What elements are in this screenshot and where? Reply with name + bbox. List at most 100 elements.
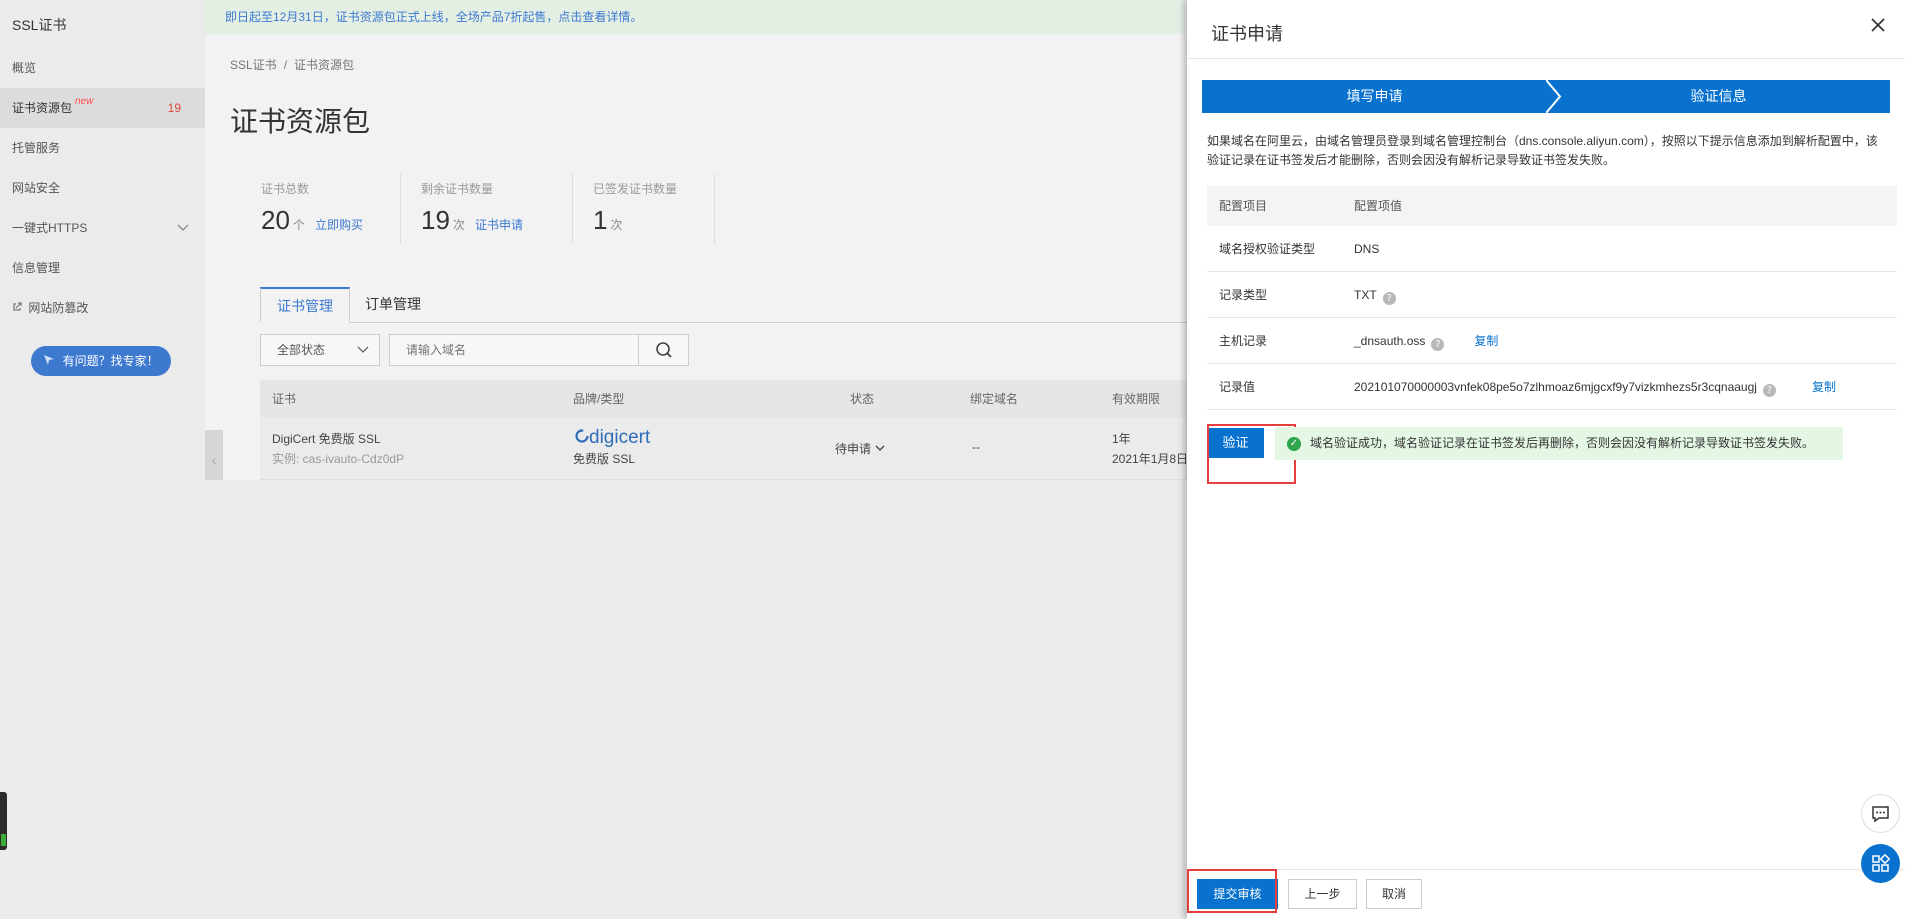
- previous-step-button[interactable]: 上一步: [1288, 879, 1357, 909]
- copy-host-record-link[interactable]: 复制: [1474, 334, 1498, 348]
- cert-instance: 实例: cas-ivauto-Cdz0dP: [272, 452, 405, 466]
- column-header: 有效期限: [1112, 392, 1161, 406]
- sidebar-item-tamper-protection[interactable]: 网站防篡改: [0, 288, 205, 328]
- sidebar: SSL证书 概览 证书资源包 new 19 托管服务 网站安全 一键式HTTPS…: [0, 0, 205, 919]
- sidebar-item-label: 信息管理: [12, 261, 61, 275]
- column-header: 证书: [272, 392, 297, 406]
- status-filter-select[interactable]: 全部状态: [260, 334, 380, 366]
- column-header: 状态: [850, 392, 875, 406]
- help-icon[interactable]: ?: [1431, 338, 1445, 351]
- chat-icon: [1862, 806, 1899, 835]
- validity-date: 2021年1月8日: [1112, 452, 1189, 466]
- config-key: 记录类型: [1219, 288, 1268, 302]
- chevron-down-icon: [874, 442, 886, 456]
- dns-instructions: 如果域名在阿里云，由域名管理员登录到域名管理控制台（dns.console.al…: [1207, 134, 1878, 167]
- resource-count: 19: [167, 101, 181, 115]
- search-button[interactable]: [638, 335, 688, 365]
- divider: [1187, 58, 1905, 59]
- breadcrumb: SSL证书 / 证书资源包: [230, 58, 355, 72]
- tab-bar: 证书管理 订单管理: [260, 287, 1200, 323]
- column-header: 品牌/类型: [573, 392, 625, 406]
- check-circle-icon: ✓: [1287, 437, 1301, 451]
- status-dropdown[interactable]: 待申请: [835, 440, 886, 457]
- help-expert-button[interactable]: 有问题？找专家！: [31, 346, 171, 376]
- tab-cert-management[interactable]: 证书管理: [260, 287, 350, 323]
- verify-success-message: ✓ 域名验证成功，域名验证记录在证书签发后再删除，否则会因没有解析记录导致证书签…: [1275, 427, 1843, 460]
- sidebar-item-label: 网站安全: [12, 181, 61, 195]
- config-value: TXT: [1354, 288, 1377, 302]
- sidebar-item-one-click-https[interactable]: 一键式HTTPS: [0, 208, 205, 248]
- apply-cert-link[interactable]: 证书申请: [475, 218, 523, 232]
- chat-button[interactable]: [1861, 794, 1900, 833]
- brand-name: digicert: [589, 427, 651, 448]
- bound-domain: --: [972, 440, 980, 454]
- help-icon[interactable]: ?: [1762, 384, 1776, 397]
- status-value: 待申请: [835, 442, 872, 456]
- stat-total: 证书总数 20 个立即购买: [241, 174, 401, 244]
- help-icon[interactable]: ?: [1382, 292, 1396, 305]
- drawer-title: 证书申请: [1211, 24, 1283, 44]
- sidebar-item-info-management[interactable]: 信息管理: [0, 248, 205, 288]
- stat-value: 1: [593, 205, 608, 235]
- page-title: 证书资源包: [230, 106, 371, 137]
- buy-now-link[interactable]: 立即购买: [315, 218, 363, 232]
- content-background: [205, 480, 1185, 919]
- config-value: _dnsauth.oss: [1354, 334, 1426, 348]
- step-arrow-icon: [1546, 80, 1562, 113]
- table-row[interactable]: DigiCert 免费版 SSL 实例: cas-ivauto-Cdz0dP d…: [260, 418, 1200, 480]
- stat-label: 已签发证书数量: [593, 182, 678, 196]
- close-button[interactable]: [1865, 14, 1891, 40]
- sidebar-item-resource-pack[interactable]: 证书资源包 new 19: [0, 88, 205, 128]
- config-row-record-type: 记录类型 TXT?: [1207, 272, 1897, 318]
- chevron-left-icon: ‹: [211, 452, 217, 468]
- tab-order-management[interactable]: 订单管理: [349, 287, 437, 323]
- external-link-icon: [12, 288, 23, 328]
- sidebar-item-label: 证书资源包: [12, 101, 73, 115]
- validity-period: 1年: [1112, 432, 1131, 446]
- sidebar-item-website-security[interactable]: 网站安全: [0, 168, 205, 208]
- domain-search-input[interactable]: [390, 335, 640, 365]
- breadcrumb-item[interactable]: SSL证书: [230, 58, 277, 72]
- apps-button[interactable]: [1861, 844, 1900, 883]
- stat-value: 20: [261, 205, 290, 235]
- column-header: 绑定域名: [970, 392, 1019, 406]
- config-row-verify-type: 域名授权验证类型 DNS: [1207, 226, 1897, 272]
- brand-type: 免费版 SSL: [573, 452, 636, 466]
- cancel-button[interactable]: 取消: [1366, 879, 1422, 909]
- sidebar-item-label: 托管服务: [12, 141, 61, 155]
- stat-unit: 个: [292, 218, 305, 232]
- config-table-header: 配置项目 配置项值: [1207, 186, 1897, 226]
- stat-label: 剩余证书数量: [421, 182, 494, 196]
- cert-name: DigiCert 免费版 SSL: [272, 432, 381, 446]
- close-icon: [1869, 13, 1887, 40]
- config-key: 域名授权验证类型: [1219, 242, 1316, 256]
- digicert-logo: digicert: [575, 427, 650, 449]
- column-header: 配置项值: [1354, 199, 1403, 213]
- success-text: 域名验证成功，域名验证记录在证书签发后再删除，否则会因没有解析记录导致证书签发失…: [1310, 436, 1815, 450]
- stat-unit: 次: [610, 218, 623, 232]
- stat-unit: 次: [452, 218, 465, 232]
- config-row-host-record: 主机记录 _dnsauth.oss? 复制: [1207, 318, 1897, 364]
- stat-remaining: 剩余证书数量 19 次证书申请: [401, 174, 573, 244]
- help-button-label: 有问题？找专家！: [62, 354, 159, 368]
- new-badge: new: [75, 96, 94, 107]
- chevron-down-icon: [357, 335, 369, 376]
- divider: [1187, 869, 1905, 870]
- cursor-icon: [43, 354, 62, 368]
- status-widget[interactable]: [0, 792, 7, 850]
- config-key: 主机记录: [1219, 334, 1268, 348]
- domain-search: [389, 334, 689, 366]
- step-fill-application: 填写申请: [1202, 80, 1547, 113]
- status-filter-value: 全部状态: [277, 343, 326, 357]
- sidebar-item-label: 一键式HTTPS: [12, 221, 88, 235]
- breadcrumb-item: 证书资源包: [294, 58, 355, 72]
- search-icon: [639, 342, 689, 368]
- sidebar-item-label: 网站防篡改: [28, 301, 89, 315]
- stat-issued: 已签发证书数量 1次: [573, 174, 715, 244]
- sidebar-item-label: 概览: [12, 61, 37, 75]
- copy-record-value-link[interactable]: 复制: [1812, 380, 1836, 394]
- promo-notice[interactable]: 即日起至12月31日，证书资源包正式上线，全场产品7折起售，点击查看详情。: [205, 0, 1185, 34]
- sidebar-item-managed-service[interactable]: 托管服务: [0, 128, 205, 168]
- sidebar-item-overview[interactable]: 概览: [0, 48, 205, 88]
- config-value: DNS: [1354, 242, 1380, 256]
